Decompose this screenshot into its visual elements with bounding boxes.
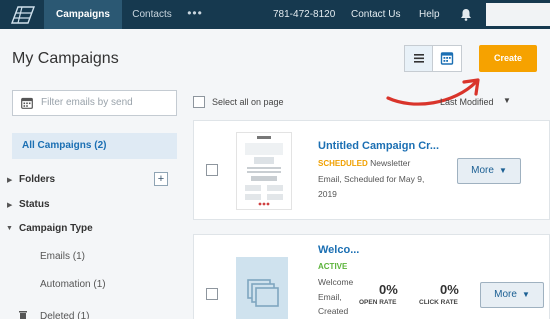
- select-all-checkbox[interactable]: [193, 96, 205, 108]
- chevron-down-icon: ▼: [498, 166, 507, 175]
- filter-emails-input[interactable]: Filter emails by send: [12, 90, 177, 116]
- calendar-icon: [440, 52, 454, 65]
- nav-tab-contacts[interactable]: Contacts: [122, 0, 182, 29]
- campaign-type-text: Email,: [318, 292, 342, 302]
- more-button[interactable]: More ▼: [457, 158, 521, 184]
- automation-icon: [247, 279, 279, 307]
- sidebar-item-label: All Campaigns (2): [22, 140, 107, 151]
- open-rate-label: OPEN RATE: [359, 299, 397, 306]
- more-button[interactable]: More ▼: [480, 282, 544, 308]
- add-folder-button[interactable]: +: [154, 172, 168, 186]
- list-view-button[interactable]: [405, 46, 433, 71]
- list-icon: [414, 54, 424, 63]
- campaign-schedule-year: 2019: [318, 189, 337, 199]
- calendar-icon: [21, 97, 33, 109]
- nav-contact-us-link[interactable]: Contact Us: [351, 0, 400, 29]
- status-badge-active: ACTIVE: [318, 262, 348, 271]
- open-rate-value: 0%: [379, 282, 398, 297]
- chevron-down-icon[interactable]: ▼: [503, 96, 511, 105]
- click-rate-label: CLICK RATE: [419, 299, 458, 306]
- campaign-title-link[interactable]: Untitled Campaign Cr...: [318, 140, 439, 152]
- view-toggle: [404, 45, 462, 72]
- more-button-label: More: [471, 165, 494, 176]
- logo-icon[interactable]: [10, 4, 36, 25]
- select-all-label: Select all on page: [212, 97, 284, 107]
- sidebar-item-status[interactable]: Status: [19, 199, 50, 210]
- sidebar-item-folders[interactable]: Folders: [19, 174, 55, 185]
- nav-phone-number[interactable]: 781-472-8120: [273, 0, 335, 29]
- page-title: My Campaigns: [12, 50, 119, 67]
- sort-dropdown[interactable]: Last Modified: [440, 97, 494, 107]
- top-navigation-bar: Campaigns Contacts ••• 781-472-8120 Cont…: [0, 0, 550, 29]
- caret-right-icon[interactable]: ▶: [7, 176, 12, 184]
- campaign-status-line: SCHEDULED Newsletter: [318, 158, 410, 168]
- campaign-type-text: Newsletter: [367, 158, 411, 168]
- sidebar-item-emails[interactable]: Emails (1): [40, 251, 85, 262]
- campaign-checkbox[interactable]: [206, 288, 218, 300]
- sidebar-item-all-campaigns[interactable]: All Campaigns (2): [12, 133, 177, 159]
- nav-tab-campaigns[interactable]: Campaigns: [44, 0, 122, 29]
- calendar-view-button[interactable]: [433, 46, 461, 71]
- campaign-schedule-text: Email, Scheduled for May 9,: [318, 174, 425, 184]
- campaign-created-text: Created: [318, 306, 349, 316]
- create-button[interactable]: Create: [479, 45, 537, 72]
- sidebar-item-automation[interactable]: Automation (1): [40, 279, 106, 290]
- campaign-type-text: Welcome: [318, 277, 354, 287]
- campaign-thumbnail[interactable]: [236, 257, 288, 319]
- campaign-title-link[interactable]: Welco...: [318, 244, 359, 256]
- more-button-label: More: [494, 289, 517, 300]
- status-badge-scheduled: SCHEDULED: [318, 159, 368, 168]
- email-preview-icon: [245, 136, 283, 206]
- nav-more-menu[interactable]: •••: [184, 0, 206, 29]
- sidebar-item-deleted[interactable]: Deleted (1): [40, 311, 89, 319]
- click-rate-value: 0%: [440, 282, 459, 297]
- account-menu[interactable]: [486, 3, 550, 26]
- caret-right-icon[interactable]: ▶: [7, 201, 12, 209]
- filter-emails-placeholder: Filter emails by send: [41, 97, 133, 108]
- chevron-down-icon: ▼: [521, 290, 530, 299]
- nav-help-link[interactable]: Help: [419, 0, 440, 29]
- sidebar-item-campaign-type[interactable]: Campaign Type: [19, 223, 93, 234]
- trash-icon: [19, 311, 27, 319]
- campaign-checkbox[interactable]: [206, 164, 218, 176]
- caret-down-icon[interactable]: ▼: [6, 225, 13, 232]
- notification-bell-icon[interactable]: [460, 8, 472, 21]
- campaign-thumbnail[interactable]: [236, 132, 292, 210]
